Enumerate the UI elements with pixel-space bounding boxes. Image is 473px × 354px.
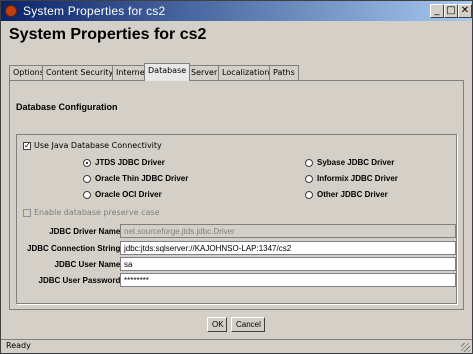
radio-jtds-driver[interactable]: JTDS JDBC Driver bbox=[83, 158, 165, 167]
driver-name-label: JDBC Driver Name: bbox=[49, 227, 123, 236]
checkbox-unchecked-icon bbox=[23, 208, 31, 217]
status-bar: Ready bbox=[1, 339, 472, 353]
user-name-field[interactable]: sa bbox=[120, 257, 456, 271]
window-title: System Properties for cs2 bbox=[23, 4, 166, 18]
radio-label: Other JDBC Driver bbox=[317, 190, 388, 199]
radio-unselected-icon bbox=[305, 190, 313, 199]
resize-grip-icon[interactable] bbox=[461, 343, 470, 352]
radio-oracle-oci-driver[interactable]: Oracle OCI Driver bbox=[83, 190, 162, 199]
section-title: Database Configuration bbox=[16, 102, 118, 112]
tab-paths[interactable]: Paths bbox=[269, 65, 299, 80]
user-password-field[interactable]: ******** bbox=[120, 273, 456, 287]
database-panel: Database Configuration ✓ Use Java Databa… bbox=[9, 80, 464, 310]
radio-label: Oracle OCI Driver bbox=[95, 190, 162, 199]
radio-label: Sybase JDBC Driver bbox=[317, 158, 395, 167]
radio-oracle-thin-driver[interactable]: Oracle Thin JDBC Driver bbox=[83, 174, 188, 183]
radio-unselected-icon bbox=[305, 174, 313, 183]
radio-unselected-icon bbox=[83, 190, 91, 199]
radio-label: Oracle Thin JDBC Driver bbox=[95, 174, 189, 183]
tab-server[interactable]: Server bbox=[187, 65, 222, 80]
radio-unselected-icon bbox=[305, 158, 313, 167]
page-title: System Properties for cs2 bbox=[9, 26, 207, 43]
minimize-icon[interactable]: _ bbox=[430, 4, 444, 18]
radio-unselected-icon bbox=[83, 174, 91, 183]
checkbox-checked-icon: ✓ bbox=[23, 140, 31, 150]
preserve-case-label: Enable database preserve case bbox=[34, 208, 160, 217]
driver-name-field[interactable]: net.sourceforge.jtds.jdbc.Driver bbox=[120, 224, 456, 238]
user-name-label: JDBC User Name: bbox=[54, 260, 123, 269]
connection-string-field[interactable]: jdbc:jtds:sqlserver://KAJOHNSO-LAP:1347/… bbox=[120, 241, 456, 255]
status-text: Ready bbox=[6, 341, 31, 350]
close-icon[interactable]: ✕ bbox=[458, 4, 472, 18]
cancel-button[interactable]: Cancel bbox=[231, 317, 265, 332]
connection-string-label: JDBC Connection String: bbox=[27, 244, 123, 253]
tab-content-security[interactable]: Content Security bbox=[42, 65, 118, 80]
system-properties-window: System Properties for cs2 _ □ ✕ System P… bbox=[0, 0, 473, 354]
ok-button[interactable]: OK bbox=[207, 317, 227, 332]
user-password-label: JDBC User Password: bbox=[38, 276, 123, 285]
tab-localization[interactable]: Localization bbox=[218, 65, 274, 80]
preserve-case-checkbox[interactable]: Enable database preserve case bbox=[23, 208, 160, 217]
title-bar[interactable]: System Properties for cs2 _ □ ✕ bbox=[1, 1, 472, 21]
jdbc-group: ✓ Use Java Database Connectivity JTDS JD… bbox=[16, 134, 457, 304]
use-jdbc-checkbox[interactable]: ✓ Use Java Database Connectivity bbox=[23, 141, 162, 150]
java-app-icon bbox=[5, 5, 17, 17]
radio-sybase-driver[interactable]: Sybase JDBC Driver bbox=[305, 158, 394, 167]
radio-selected-icon bbox=[83, 158, 91, 167]
radio-informix-driver[interactable]: Informix JDBC Driver bbox=[305, 174, 398, 183]
radio-label: JTDS JDBC Driver bbox=[95, 158, 165, 167]
maximize-icon[interactable]: □ bbox=[444, 4, 458, 18]
tab-database[interactable]: Database bbox=[144, 63, 191, 81]
use-jdbc-label: Use Java Database Connectivity bbox=[34, 141, 162, 150]
radio-label: Informix JDBC Driver bbox=[317, 174, 398, 183]
radio-other-driver[interactable]: Other JDBC Driver bbox=[305, 190, 388, 199]
